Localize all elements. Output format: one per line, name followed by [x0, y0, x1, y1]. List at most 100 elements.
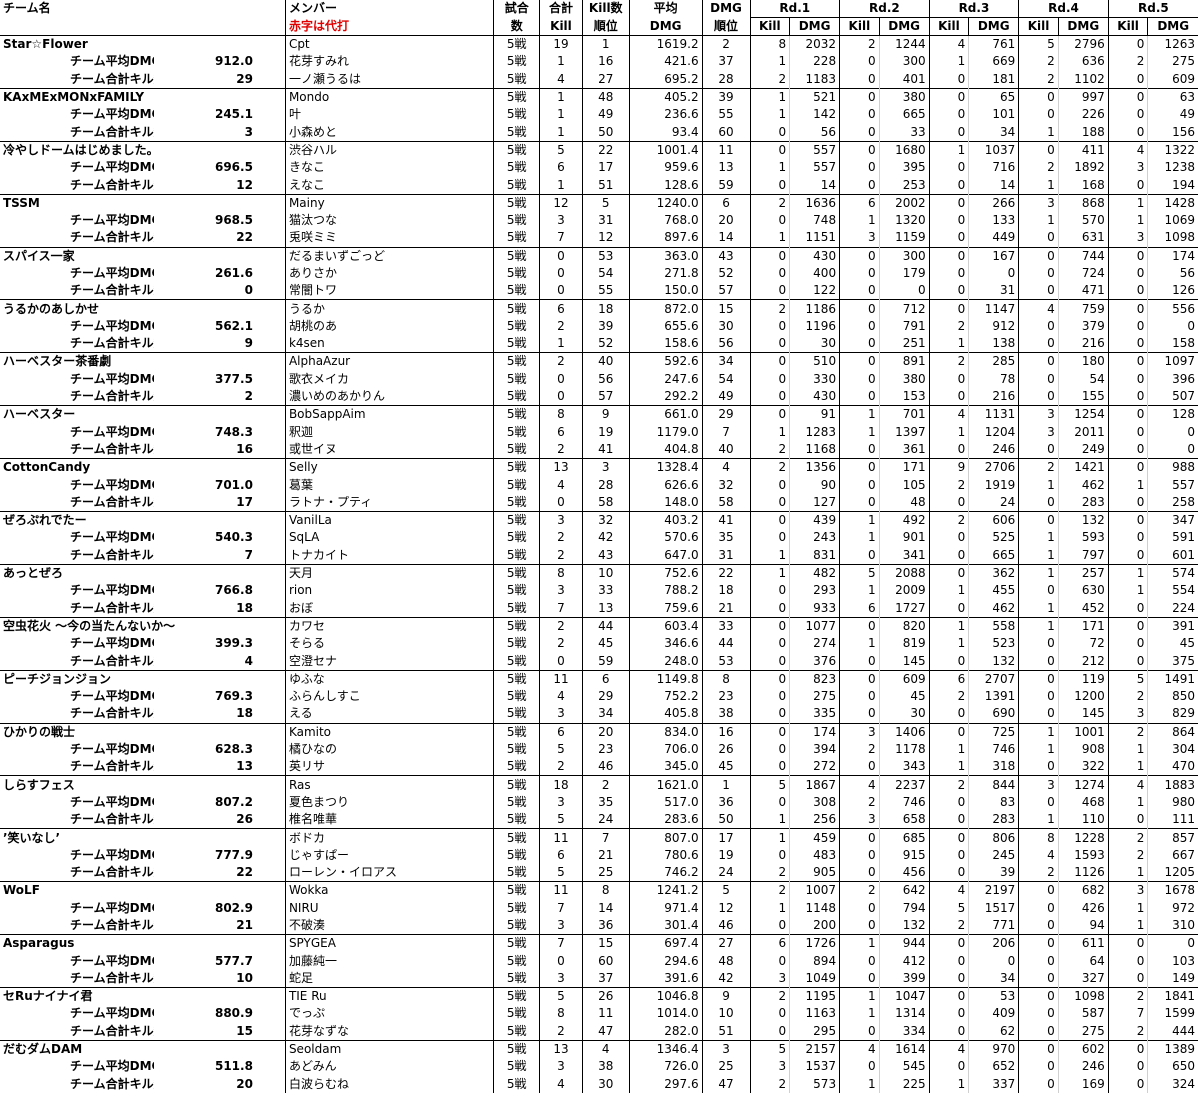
member-name: 不破湊 [285, 916, 495, 935]
round-2-kill: 0 [839, 264, 880, 283]
dmg-rank: 59 [701, 176, 750, 195]
games-played: 5戦 [506, 865, 527, 880]
round-4-kill: 2 [1018, 458, 1059, 477]
round-3-dmg: 285 [968, 352, 1019, 371]
round-2-kill: 0 [839, 652, 880, 671]
round-1-kill: 1 [749, 53, 790, 71]
avg-dmg: 807.0 [628, 828, 703, 847]
team-sum-label: チーム合計キル数 [0, 388, 154, 406]
round-5-kill: 0 [1107, 106, 1148, 124]
kill-rank: 35 [581, 793, 630, 812]
round-3-kill: 0 [928, 793, 969, 812]
total-kill: 4 [539, 476, 583, 494]
round-2-kill: 0 [839, 299, 880, 318]
games-played: 5戦 [506, 266, 527, 280]
member-name: 葛葉 [285, 476, 495, 494]
round-4-dmg: 682 [1057, 881, 1109, 900]
kill-rank: 42 [581, 529, 630, 547]
team-avg-value: 807.2 [154, 793, 286, 812]
avg-dmg: 768.0 [628, 211, 703, 230]
team-sum-value: 12 [154, 176, 286, 195]
round-5-kill: 2 [1107, 828, 1148, 847]
round-5-dmg: 650 [1147, 1058, 1198, 1076]
round-3-dmg: 746 [968, 740, 1019, 759]
member-name: Kamito [285, 722, 495, 741]
round-2-dmg: 300 [878, 246, 930, 265]
total-kill: 6 [539, 159, 583, 177]
team-avg-label: チーム平均DMG [0, 476, 154, 493]
header-r1-dmg: DMG [789, 17, 840, 36]
team-avg-value: 245.1 [154, 106, 286, 124]
kill-rank: 32 [581, 511, 630, 530]
round-3-kill: 0 [928, 70, 969, 89]
round-5-kill: 2 [1107, 846, 1148, 864]
kill-rank: 31 [581, 211, 630, 230]
round-1-kill: 1 [749, 563, 790, 583]
games-played: 5戦 [506, 970, 527, 985]
round-1-dmg: 330 [789, 370, 840, 388]
round-4-dmg: 1254 [1057, 405, 1109, 424]
header-dmgrank: DMG [701, 0, 750, 18]
total-kill: 0 [539, 370, 583, 388]
round-3-kill: 0 [928, 722, 969, 741]
team-sum-value: 7 [154, 546, 286, 565]
round-3-kill: 0 [928, 863, 969, 882]
round-1-dmg: 483 [789, 846, 840, 864]
round-3-kill: 0 [928, 599, 969, 618]
member-name: Seoldam [285, 1039, 495, 1059]
round-3-dmg: 558 [968, 616, 1019, 636]
total-kill: 2 [539, 317, 583, 336]
round-4-dmg: 2011 [1057, 423, 1109, 441]
round-4-dmg: 64 [1057, 952, 1109, 970]
round-1-dmg: 1077 [789, 616, 840, 636]
round-4-dmg: 1593 [1057, 846, 1109, 864]
round-1-dmg: 335 [789, 705, 840, 724]
games-played: 5戦 [493, 511, 540, 530]
total-kill: 2 [539, 529, 583, 547]
round-5-kill: 0 [1107, 1075, 1148, 1093]
header-kill-2: Kill [539, 17, 583, 36]
table-row: チーム平均DMG 377.5 歌衣メイカ 5戦 0 56 247.6 54 0 330 0 380 0 7… [0, 370, 1198, 388]
avg-dmg: 391.6 [628, 969, 703, 988]
round-4-kill: 1 [1018, 740, 1059, 759]
round-1-dmg: 376 [789, 652, 840, 671]
header-round-5: Rd.5 [1107, 0, 1198, 18]
round-1-dmg: 430 [789, 246, 840, 265]
round-5-dmg: 667 [1147, 846, 1198, 864]
round-4-kill: 0 [1018, 140, 1059, 160]
kill-rank: 46 [581, 758, 630, 776]
total-kill: 8 [539, 405, 583, 424]
total-kill: 4 [539, 70, 583, 89]
round-3-dmg: 665 [968, 546, 1019, 565]
round-5-dmg: 444 [1147, 1022, 1198, 1041]
team-sum-value: 15 [154, 1022, 286, 1041]
member-name: 濃いめのあかりん [285, 387, 495, 406]
round-3-kill: 1 [928, 635, 969, 653]
round-1-dmg: 459 [789, 828, 840, 847]
round-4-kill: 0 [1018, 934, 1059, 953]
table-row: チーム平均DMG 562.1 胡桃のあ 5戦 2 39 655.6 30 0 1196 0 791 2 9… [0, 317, 1198, 336]
round-3-kill: 2 [928, 317, 969, 336]
round-2-dmg: 456 [878, 863, 930, 882]
team-sum-value: 13 [154, 758, 286, 776]
dmg-rank: 25 [701, 1058, 750, 1076]
avg-dmg: 282.0 [628, 1022, 703, 1041]
games-played: 5戦 [506, 759, 527, 774]
team-sum-value: 20 [154, 1075, 286, 1093]
games-played: 5戦 [506, 1006, 527, 1021]
round-1-dmg: 56 [789, 123, 840, 142]
round-3-dmg: 31 [968, 282, 1019, 300]
team-avg-label: チーム平均DMG [0, 159, 154, 176]
round-5-kill: 2 [1107, 53, 1148, 71]
member-name: 橘ひなの [285, 740, 495, 759]
team-sum-value: 17 [154, 493, 286, 512]
round-1-dmg: 1195 [789, 987, 840, 1006]
dmg-rank: 60 [701, 123, 750, 142]
round-5-dmg: 1098 [1147, 229, 1198, 248]
round-3-kill: 4 [928, 1039, 969, 1059]
round-5-kill: 0 [1107, 635, 1148, 653]
round-2-kill: 2 [839, 740, 880, 759]
team-avg-label: チーム平均DMG [0, 1058, 154, 1075]
table-row: ピーチジョンジョン ゆふな 5戦 11 6 1149.8 8 0 823 0 609 6 2707 0 11… [0, 669, 1198, 688]
round-1-kill: 0 [749, 511, 790, 530]
